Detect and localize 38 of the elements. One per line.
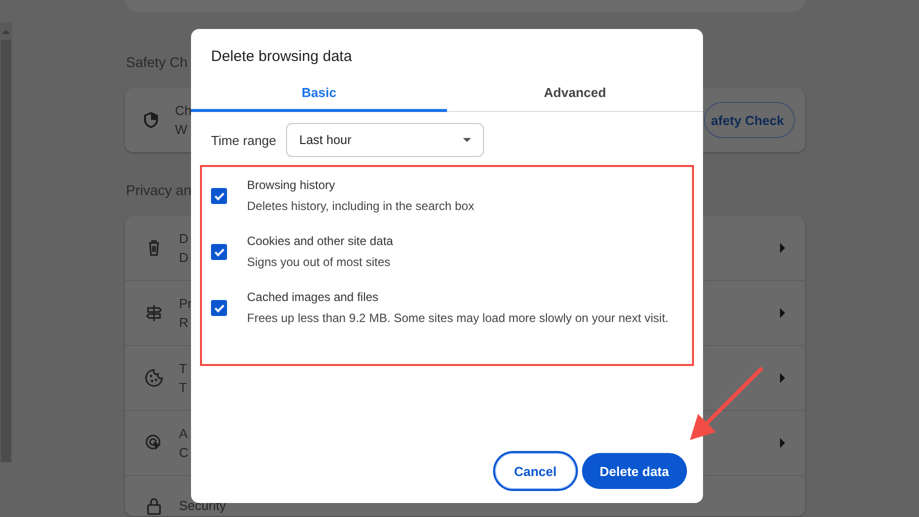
time-range-dropdown[interactable]: Last hour — [286, 123, 484, 157]
cookie-icon — [145, 369, 163, 387]
option-description: Frees up less than 9.2 MB. Some sites may load more slowly on your next visit. — [247, 310, 670, 327]
field-label: Time range — [211, 132, 276, 148]
checkbox[interactable] — [211, 244, 227, 260]
section-heading: Safety Ch — [126, 54, 188, 72]
tab[interactable]: Advanced — [447, 76, 703, 112]
row-title: T — [179, 361, 187, 376]
delete-data-button[interactable]: Delete data — [582, 453, 687, 489]
section-heading: Privacy an — [126, 182, 192, 200]
caret-icon — [780, 308, 785, 318]
option-description: Signs you out of most sites — [247, 254, 392, 271]
shield-icon — [143, 111, 159, 129]
option-title: Browsing history — [247, 177, 336, 194]
row-subtitle: R — [179, 315, 190, 330]
row-title: A — [179, 426, 188, 441]
tab[interactable]: Basic — [191, 76, 447, 112]
card-subtitle: W — [175, 122, 188, 137]
caret-icon — [780, 438, 785, 448]
row-subtitle: C — [179, 445, 188, 460]
lock-icon — [145, 497, 163, 515]
checkbox[interactable] — [211, 300, 227, 316]
option-title: Cached images and files — [247, 289, 380, 306]
cursor-icon — [145, 434, 163, 452]
checkbox[interactable] — [211, 188, 227, 204]
row-subtitle: D — [179, 250, 188, 265]
row-title: Pr — [179, 296, 192, 311]
row-subtitle: T — [179, 380, 187, 395]
card-title: Ch — [175, 103, 192, 118]
option-title: Cookies and other site data — [247, 233, 394, 250]
option-description: Deletes history, including in the search box — [247, 198, 476, 215]
caret-icon — [780, 243, 785, 253]
cancel-button[interactable]: Cancel — [494, 453, 576, 489]
caret-icon — [780, 373, 785, 383]
signpost-icon — [145, 304, 163, 322]
row-title: D — [179, 231, 188, 246]
scrollbar[interactable] — [0, 22, 12, 462]
dialog-title: Delete browsing data — [210, 47, 353, 67]
